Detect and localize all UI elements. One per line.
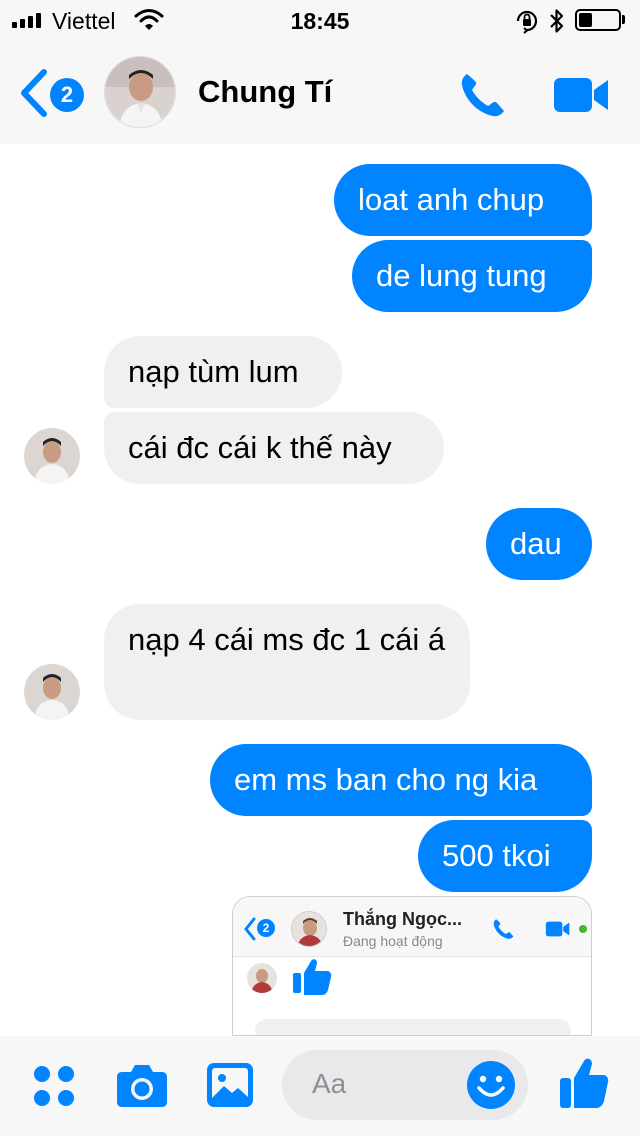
shared-image-input-bar (255, 1019, 571, 1035)
video-camera-icon (545, 921, 570, 937)
outgoing-message[interactable]: loat anh chup (334, 164, 592, 236)
emoji-icon (467, 1061, 515, 1109)
unread-count-badge: 2 (257, 919, 275, 937)
contact-name: Thắng Ngọc... (343, 909, 462, 929)
back-chevron-icon (21, 69, 47, 117)
photo-gallery-button[interactable] (206, 1062, 254, 1113)
contact-name[interactable]: Chung Tí (198, 74, 332, 110)
contact-avatar[interactable] (104, 56, 176, 128)
status-bar: Viettel 18:45 (0, 0, 640, 40)
unread-count-badge[interactable]: 2 (50, 78, 84, 112)
incoming-message[interactable]: nạp 4 cái ms đc 1 cái á (104, 604, 470, 720)
camera-icon (117, 1065, 167, 1107)
shared-image[interactable]: 2 Thắng Ngọc... Đang hoạt động (232, 896, 592, 1036)
emoji-button[interactable] (466, 1060, 516, 1115)
bluetooth-icon (548, 7, 566, 40)
thumbs-up-icon (560, 1058, 609, 1108)
camera-button[interactable] (116, 1062, 168, 1113)
video-call-button[interactable] (552, 72, 612, 118)
more-actions-button[interactable] (32, 1064, 76, 1113)
video-camera-icon (554, 78, 608, 112)
incoming-message[interactable]: nạp tùm lum (104, 336, 342, 408)
online-dot (579, 925, 587, 933)
outgoing-message[interactable]: dau (486, 508, 592, 580)
outgoing-message[interactable]: de lung tung (352, 240, 592, 312)
thumbs-up-icon (293, 959, 332, 995)
sender-avatar[interactable] (24, 428, 80, 484)
sender-avatar (247, 963, 277, 993)
shared-image-header: 2 Thắng Ngọc... Đang hoạt động (233, 897, 591, 957)
voice-call-button[interactable] (456, 70, 512, 120)
photo-icon (207, 1063, 253, 1107)
phone-icon (461, 74, 504, 117)
message-input[interactable]: Aa (282, 1050, 528, 1120)
contact-avatar (291, 911, 327, 947)
battery-icon (575, 9, 621, 31)
conversation-header: 2 Chung Tí (0, 40, 640, 144)
outgoing-message[interactable]: em ms ban cho ng kia (210, 744, 592, 816)
active-status: Đang hoạt động (343, 933, 443, 949)
message-input-placeholder: Aa (312, 1068, 347, 1099)
back-chevron-icon (244, 917, 256, 941)
message-composer: Aa (0, 1036, 640, 1136)
sender-avatar[interactable] (24, 664, 80, 720)
battery-tip (622, 15, 625, 24)
battery-level (579, 13, 592, 27)
incoming-message[interactable]: cái đc cái k thế này (104, 412, 444, 484)
outgoing-message[interactable]: 500 tkoi (418, 820, 592, 892)
clock: 18:45 (290, 8, 350, 34)
rotation-lock-icon (514, 8, 540, 39)
apps-grid-icon (34, 1066, 74, 1106)
phone-icon (493, 919, 514, 939)
send-like-button[interactable] (558, 1056, 610, 1115)
